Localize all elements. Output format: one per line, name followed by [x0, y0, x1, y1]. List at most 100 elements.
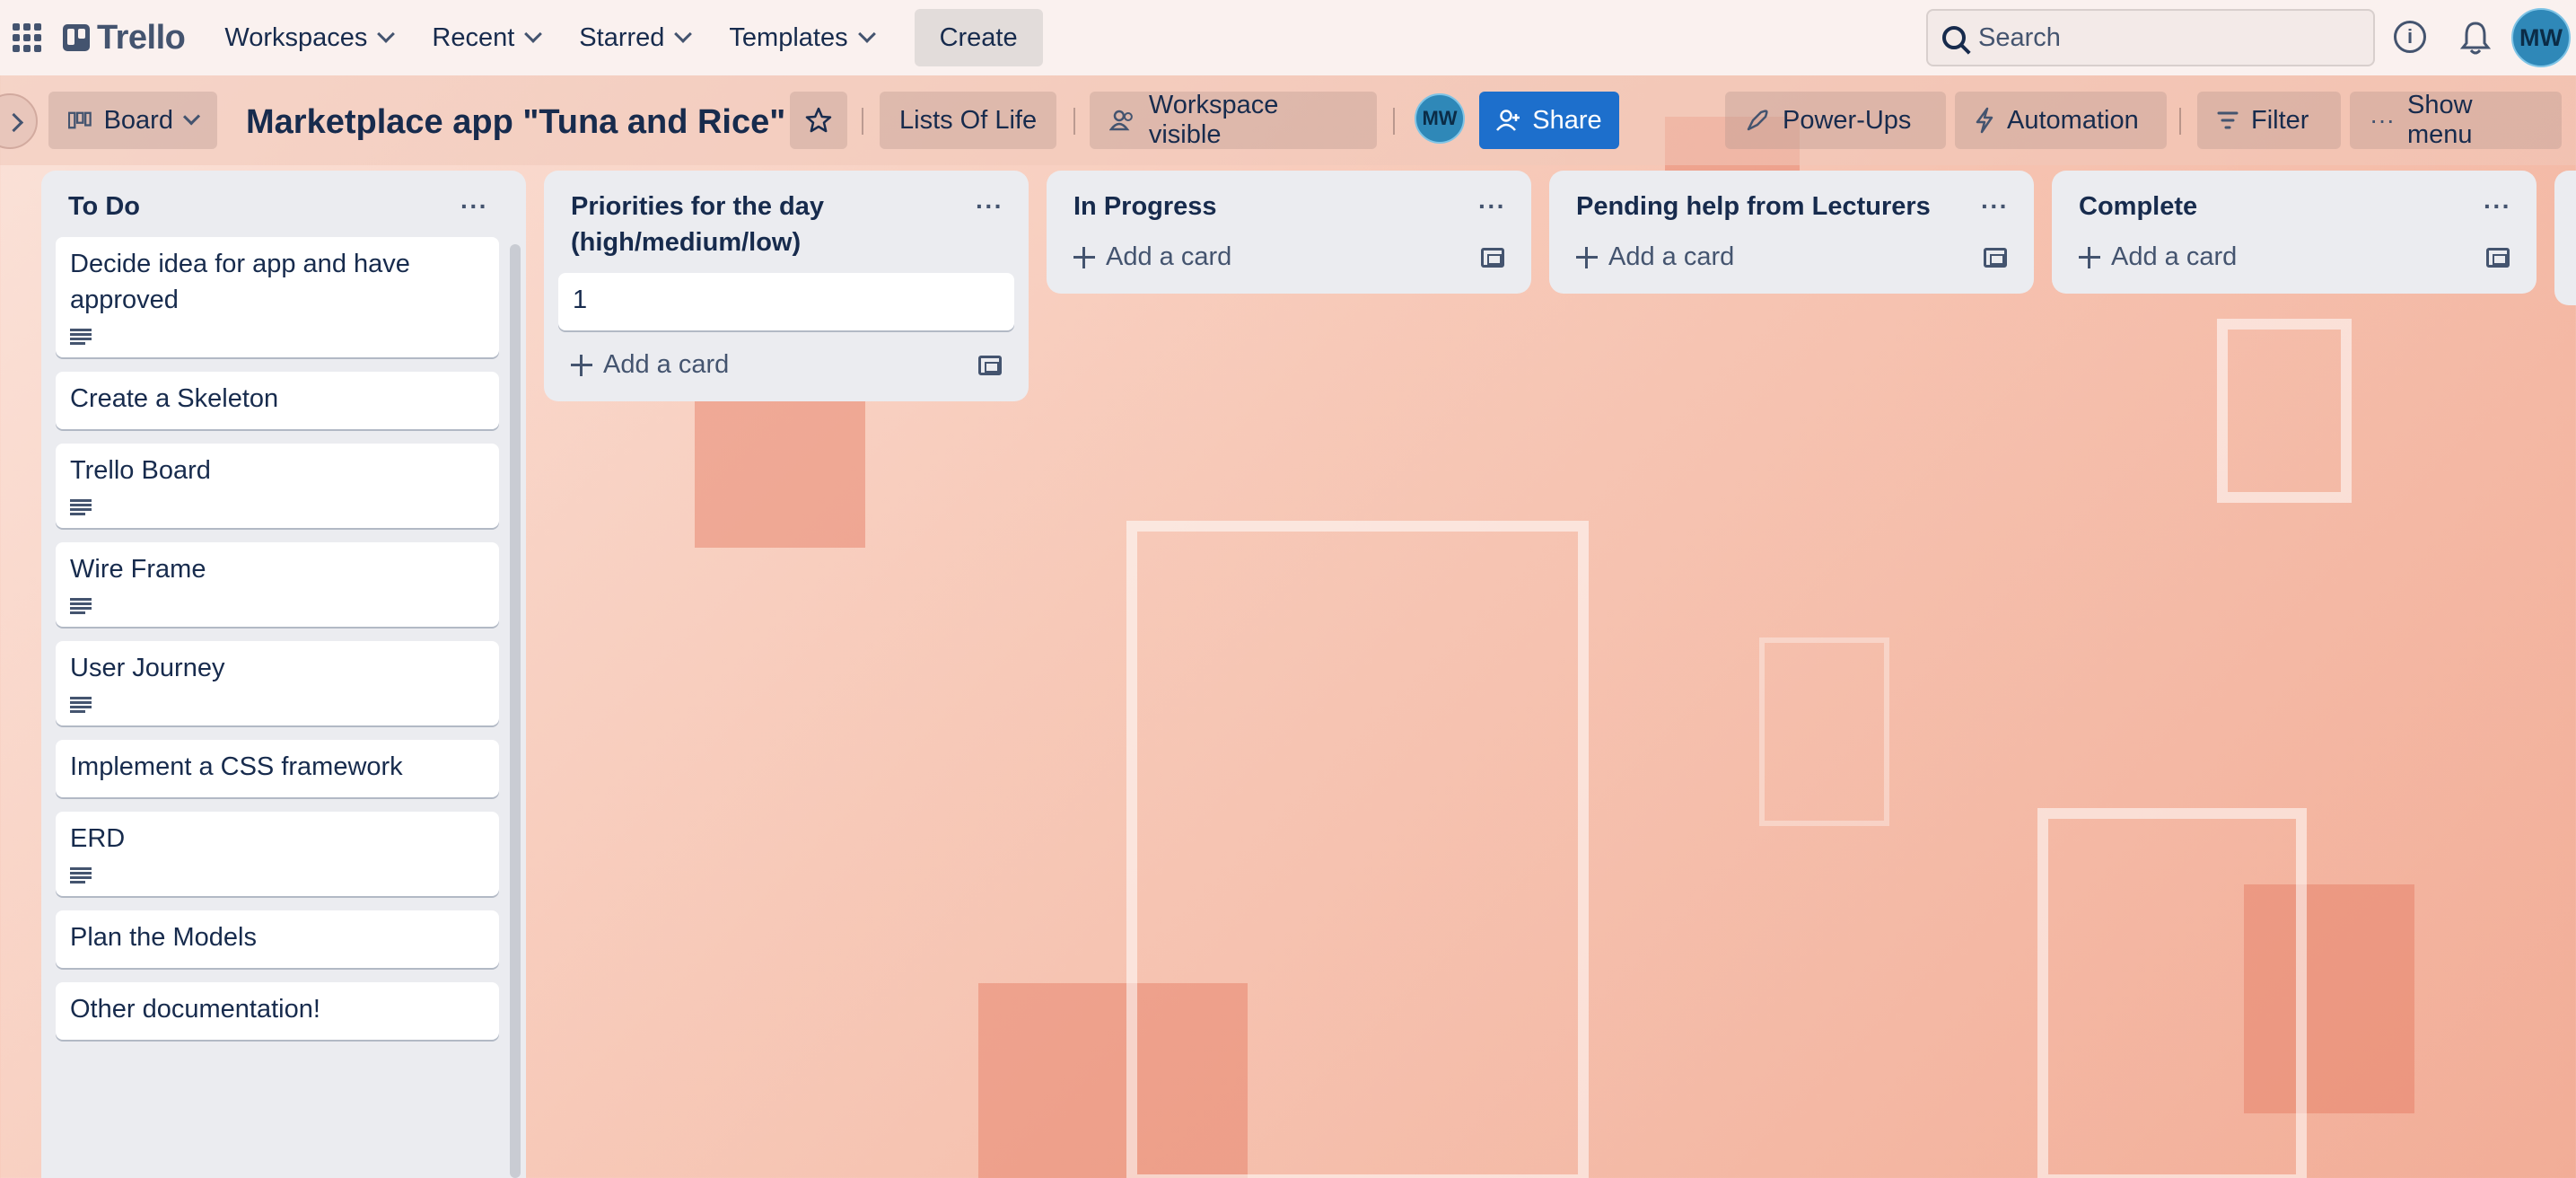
card[interactable]: Create a Skeleton [56, 372, 499, 429]
board-member-avatar[interactable]: MW [1415, 93, 1465, 144]
board-view-label: Board [103, 105, 173, 135]
list-in-progress: In Progress ··· Add a card [1047, 171, 1531, 294]
card-template-icon[interactable] [978, 355, 1002, 375]
power-ups-button[interactable]: Power-Ups [1725, 92, 1946, 149]
list-header: To Do ··· [56, 171, 499, 237]
automation-label: Automation [2007, 105, 2139, 135]
app-switcher-icon[interactable] [13, 23, 41, 52]
list-offscreen-edge [2554, 171, 2576, 305]
list-menu-icon[interactable]: ··· [2484, 189, 2511, 224]
trello-logo-text: Trello [97, 18, 186, 57]
list-title[interactable]: Complete [2079, 189, 2197, 224]
nav-recent-label: Recent [432, 22, 515, 52]
card[interactable]: ERD [56, 812, 499, 896]
divider [1393, 108, 1395, 135]
description-icon [70, 329, 92, 345]
card[interactable]: 1 [558, 273, 1014, 330]
workspace-people-icon [1109, 110, 1133, 131]
card-title: Implement a CSS framework [70, 752, 403, 781]
show-menu-button[interactable]: ··· Show menu [2350, 91, 2562, 149]
card-title: Trello Board [70, 456, 211, 485]
description-icon [70, 867, 92, 884]
add-card-label: Add a card [603, 350, 730, 379]
list-title[interactable]: To Do [68, 189, 140, 224]
share-button[interactable]: Share [1479, 92, 1619, 149]
list-menu-icon[interactable]: ··· [460, 189, 488, 224]
card-template-icon[interactable] [1984, 247, 2007, 268]
chevron-down-icon [377, 25, 396, 43]
add-card-button[interactable]: Add a card [558, 345, 1014, 401]
lightning-icon [1976, 107, 1993, 134]
more-dots-icon: ··· [2370, 106, 2395, 134]
nav-templates-label: Templates [729, 22, 848, 52]
card[interactable]: Wire Frame [56, 542, 499, 627]
filter-button[interactable]: Filter [2197, 92, 2341, 149]
list-menu-icon[interactable]: ··· [1478, 189, 1506, 224]
list-title[interactable]: In Progress [1073, 189, 1217, 224]
filter-icon [2217, 111, 2239, 129]
visibility-button[interactable]: Workspace visible [1090, 91, 1377, 149]
chevron-down-icon [857, 25, 876, 43]
nav-recent[interactable]: Recent [432, 22, 543, 53]
list-complete: Complete ··· Add a card [2052, 171, 2537, 294]
add-card-button[interactable]: Add a card [1061, 237, 1517, 294]
user-avatar[interactable]: MW [2511, 8, 2571, 67]
card-title: Create a Skeleton [70, 384, 279, 413]
list-scrollbar[interactable] [510, 244, 521, 1178]
card-title: ERD [70, 824, 126, 853]
power-ups-label: Power-Ups [1783, 105, 1912, 135]
list-menu-icon[interactable]: ··· [976, 189, 1003, 224]
list-title[interactable]: Priorities for the day (high/medium/low) [571, 189, 948, 260]
card-template-icon[interactable] [2486, 247, 2510, 268]
share-label: Share [1532, 105, 1602, 135]
nav-workspaces[interactable]: Workspaces [224, 23, 396, 53]
workspace-button[interactable]: Lists Of Life [880, 92, 1057, 149]
trello-logo-icon [63, 24, 90, 51]
card[interactable]: Other documentation! [56, 982, 499, 1040]
chevron-down-icon [182, 108, 201, 126]
card[interactable]: Implement a CSS framework [56, 740, 499, 797]
bell-icon[interactable] [2459, 20, 2492, 56]
trello-logo[interactable]: Trello [63, 18, 186, 57]
chevron-down-icon [674, 25, 693, 43]
rocket-icon [1747, 110, 1768, 131]
card-title: Wire Frame [70, 555, 206, 584]
sidebar-expand-icon[interactable] [0, 93, 38, 149]
list-priorities: Priorities for the day (high/medium/low)… [544, 171, 1029, 401]
list-header: Pending help from Lecturers ··· [1564, 171, 2020, 237]
card[interactable]: Trello Board [56, 444, 499, 528]
info-icon[interactable]: i [2394, 21, 2426, 53]
board-view-switcher[interactable]: Board [48, 92, 217, 149]
card-title: Other documentation! [70, 995, 320, 1024]
show-menu-label: Show menu [2406, 91, 2473, 149]
card[interactable]: User Journey [56, 641, 499, 725]
nav-starred-label: Starred [579, 22, 665, 52]
card[interactable]: Plan the Models [56, 910, 499, 968]
list-title[interactable]: Pending help from Lecturers [1576, 189, 1931, 224]
card-template-icon[interactable] [1481, 247, 1504, 268]
star-board-button[interactable] [790, 92, 847, 149]
add-card-button[interactable]: Add a card [2066, 237, 2522, 294]
add-card-label: Add a card [1106, 242, 1232, 271]
plus-icon [1073, 246, 1095, 268]
list-menu-icon[interactable]: ··· [1981, 189, 2009, 224]
board-header: Board Marketplace app "Tuna and Rice" Li… [0, 75, 2576, 165]
search-input[interactable]: Search [1926, 9, 2375, 66]
add-card-label: Add a card [2111, 242, 2238, 271]
add-card-label: Add a card [1608, 242, 1735, 271]
card-title: User Journey [70, 654, 225, 682]
board-view-icon [68, 111, 92, 129]
create-button[interactable]: Create [914, 9, 1043, 66]
description-icon [70, 697, 92, 713]
search-icon [1942, 26, 1966, 49]
chevron-down-icon [524, 25, 543, 43]
automation-button[interactable]: Automation [1955, 92, 2167, 149]
nav-templates[interactable]: Templates [729, 22, 876, 53]
board-title[interactable]: Marketplace app "Tuna and Rice" [246, 93, 785, 151]
plus-icon [2079, 246, 2100, 268]
nav-starred[interactable]: Starred [579, 22, 693, 53]
filter-label: Filter [2251, 105, 2309, 135]
card[interactable]: Decide idea for app and have approved [56, 237, 499, 357]
card-title: Plan the Models [70, 923, 257, 952]
add-card-button[interactable]: Add a card [1564, 237, 2020, 294]
